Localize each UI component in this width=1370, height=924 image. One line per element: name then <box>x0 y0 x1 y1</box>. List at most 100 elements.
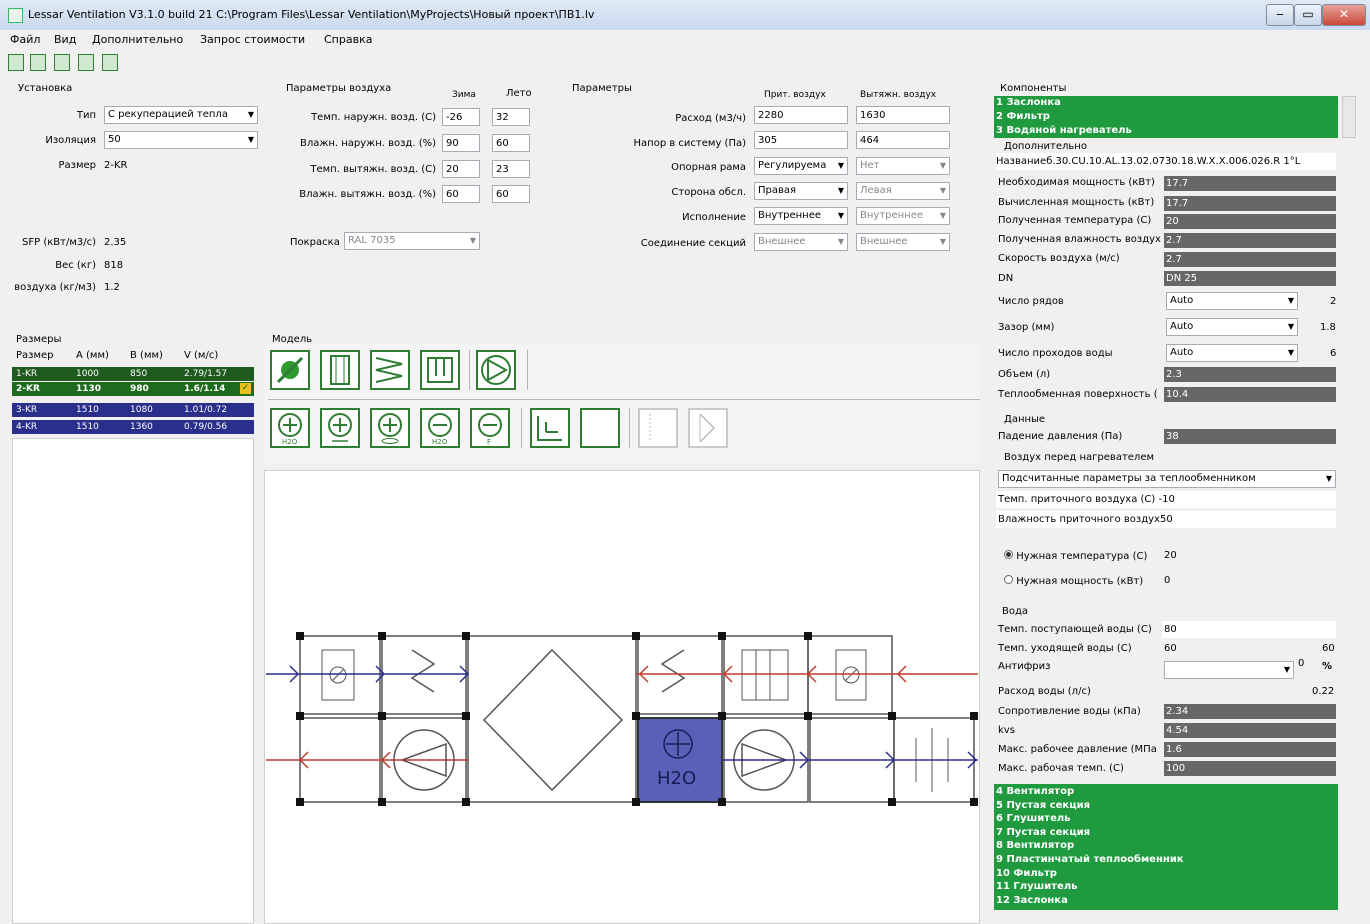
exh-temp-label: Темп. вытяжн. возд. (С) <box>310 164 436 175</box>
damper-model-button[interactable] <box>270 350 310 390</box>
density-label: воздуха (кг/м3) <box>14 282 96 293</box>
menu-file[interactable]: Файл <box>10 33 40 46</box>
list-item[interactable]: 12 Заслонка <box>996 894 1338 908</box>
antifreeze-value[interactable]: 0 <box>1298 658 1304 669</box>
silencer-model-button[interactable] <box>370 350 410 390</box>
max-pressure-label: Макс. рабочее давление (МПа <box>998 744 1157 755</box>
connection-exhaust-select[interactable]: Внешнее ▼ <box>856 233 950 251</box>
list-item[interactable]: 7 Пустая секция <box>996 826 1338 840</box>
water-title: Вода <box>1002 606 1029 617</box>
bend-model-button[interactable] <box>530 408 570 448</box>
svg-text:F: F <box>487 438 491 446</box>
exh-hum-winter-input[interactable]: 60 <box>442 185 480 203</box>
list-item[interactable]: 1 Заслонка <box>996 96 1338 110</box>
exh-hum-summer-input[interactable]: 60 <box>492 185 530 203</box>
palette-divider <box>469 350 470 390</box>
export-icon[interactable] <box>78 54 94 71</box>
save-icon[interactable] <box>30 54 46 71</box>
needed-power-value[interactable]: 0 <box>1164 575 1170 586</box>
list-item[interactable]: 5 Пустая секция <box>996 799 1338 813</box>
out-temp-label: Темп. наружн. возд. (С) <box>311 112 436 123</box>
insulation-select[interactable]: 50 ▼ <box>104 131 258 149</box>
radio-icon[interactable] <box>1004 550 1013 559</box>
out-temp-winter-input[interactable]: -26 <box>442 108 480 126</box>
print-icon[interactable] <box>54 54 70 71</box>
table-row-selected[interactable]: 2-KR 1130 980 1.6/1.14 ✓ <box>12 382 254 396</box>
needed-temp-value[interactable]: 20 <box>1164 550 1177 561</box>
flex-connection-model-button[interactable] <box>638 408 678 448</box>
menu-help[interactable]: Справка <box>324 33 372 46</box>
close-button[interactable]: ✕ <box>1322 4 1366 26</box>
rows-count-extra: 2 <box>1330 296 1337 307</box>
menu-view[interactable]: Вид <box>54 33 76 46</box>
exh-temp-summer-input[interactable]: 23 <box>492 160 530 178</box>
antifreeze-select[interactable]: ▼ <box>1164 661 1294 679</box>
flow-exhaust-input[interactable]: 1630 <box>856 106 950 124</box>
frame-supply-select[interactable]: Регулируема ▼ <box>754 157 848 175</box>
components-list-bottom[interactable]: 4 Вентилятор 5 Пустая секция 6 Глушитель… <box>994 784 1338 910</box>
a-col-header: A (мм) <box>76 350 109 361</box>
gas-heater-model-button[interactable] <box>370 408 410 448</box>
minimize-button[interactable]: ‒ <box>1266 4 1294 26</box>
flow-supply-input[interactable]: 2280 <box>754 106 848 124</box>
execution-exhaust-select[interactable]: Внутреннее ▼ <box>856 207 950 225</box>
supply-temp-row: Темп. приточного воздуха (С) -10 <box>996 491 1336 508</box>
water-cooler-model-button[interactable]: H2O <box>420 408 460 448</box>
list-item[interactable]: 11 Глушитель <box>996 880 1338 894</box>
fan-model-button[interactable] <box>476 350 516 390</box>
type-select[interactable]: С рекуперацией тепла ▼ <box>104 106 258 124</box>
table-row[interactable]: 3-KR 1510 1080 1.01/0.72 <box>12 403 254 417</box>
rows-count-select[interactable]: Auto ▼ <box>1166 292 1298 310</box>
water-out-extra: 60 <box>1322 643 1335 654</box>
max-temp-value: 100 <box>1164 761 1336 776</box>
list-item[interactable]: 2 Фильтр <box>996 110 1338 124</box>
gap-select[interactable]: Auto ▼ <box>1166 318 1298 336</box>
connection-supply-select[interactable]: Внешнее ▼ <box>754 233 848 251</box>
execution-supply-select[interactable]: Внутреннее ▼ <box>754 207 848 225</box>
radio-needed-temp[interactable]: Нужная температура (С) <box>1004 550 1147 562</box>
menu-price-request[interactable]: Запрос стоимости <box>200 33 305 46</box>
frame-exhaust-select[interactable]: Нет ▼ <box>856 157 950 175</box>
new-file-icon[interactable] <box>8 54 24 71</box>
supply-humidity-value[interactable]: 50 <box>1160 514 1173 525</box>
plate-model-button[interactable] <box>420 350 460 390</box>
water-passes-select[interactable]: Auto ▼ <box>1166 344 1298 362</box>
empty-section-model-button[interactable] <box>580 408 620 448</box>
list-item[interactable]: 3 Водяной нагреватель <box>996 124 1338 138</box>
components-scrollbar[interactable] <box>1342 96 1356 138</box>
table-row[interactable]: 4-KR 1510 1360 0.79/0.56 <box>12 420 254 434</box>
list-item[interactable]: 8 Вентилятор <box>996 839 1338 853</box>
filter-model-button[interactable] <box>320 350 360 390</box>
side-supply-select[interactable]: Правая ▼ <box>754 182 848 200</box>
report-icon[interactable] <box>102 54 118 71</box>
components-list-top[interactable]: 1 Заслонка 2 Фильтр 3 Водяной нагревател… <box>994 96 1338 138</box>
electric-heater-model-button[interactable] <box>320 408 360 448</box>
out-temp-summer-input[interactable]: 32 <box>492 108 530 126</box>
list-item[interactable]: 9 Пластинчатый теплообменник <box>996 853 1338 867</box>
list-item[interactable]: 10 Фильтр <box>996 867 1338 881</box>
radio-needed-power[interactable]: Нужная мощность (кВт) <box>1004 575 1143 587</box>
list-item[interactable]: 4 Вентилятор <box>996 785 1338 799</box>
params-title: Параметры <box>572 83 632 94</box>
kvs-value: 4.54 <box>1164 723 1336 738</box>
out-hum-winter-input[interactable]: 90 <box>442 134 480 152</box>
water-out-value[interactable]: 60 <box>1164 643 1177 654</box>
supply-temp-value[interactable]: -10 <box>1159 494 1175 505</box>
transition-model-button[interactable] <box>688 408 728 448</box>
table-row[interactable]: 1-KR 1000 850 2.79/1.57 <box>12 367 254 381</box>
water-heater-model-button[interactable]: H2O <box>270 408 310 448</box>
exh-temp-winter-input[interactable]: 20 <box>442 160 480 178</box>
menu-extra[interactable]: Дополнительно <box>92 33 183 46</box>
out-hum-summer-input[interactable]: 60 <box>492 134 530 152</box>
calc-params-select[interactable]: Подсчитанные параметры за теплообменнико… <box>998 470 1336 488</box>
freon-cooler-model-button[interactable]: F <box>470 408 510 448</box>
maximize-button[interactable]: ▭ <box>1294 4 1322 26</box>
list-item[interactable]: 6 Глушитель <box>996 812 1338 826</box>
pressure-exhaust-input[interactable]: 464 <box>856 131 950 149</box>
radio-icon[interactable] <box>1004 575 1013 584</box>
dn-value: DN 25 <box>1164 271 1336 286</box>
paint-select[interactable]: RAL 7035 ▼ <box>344 232 480 250</box>
side-exhaust-select[interactable]: Левая ▼ <box>856 182 950 200</box>
water-in-value[interactable]: 80 <box>1162 621 1336 638</box>
pressure-supply-input[interactable]: 305 <box>754 131 848 149</box>
